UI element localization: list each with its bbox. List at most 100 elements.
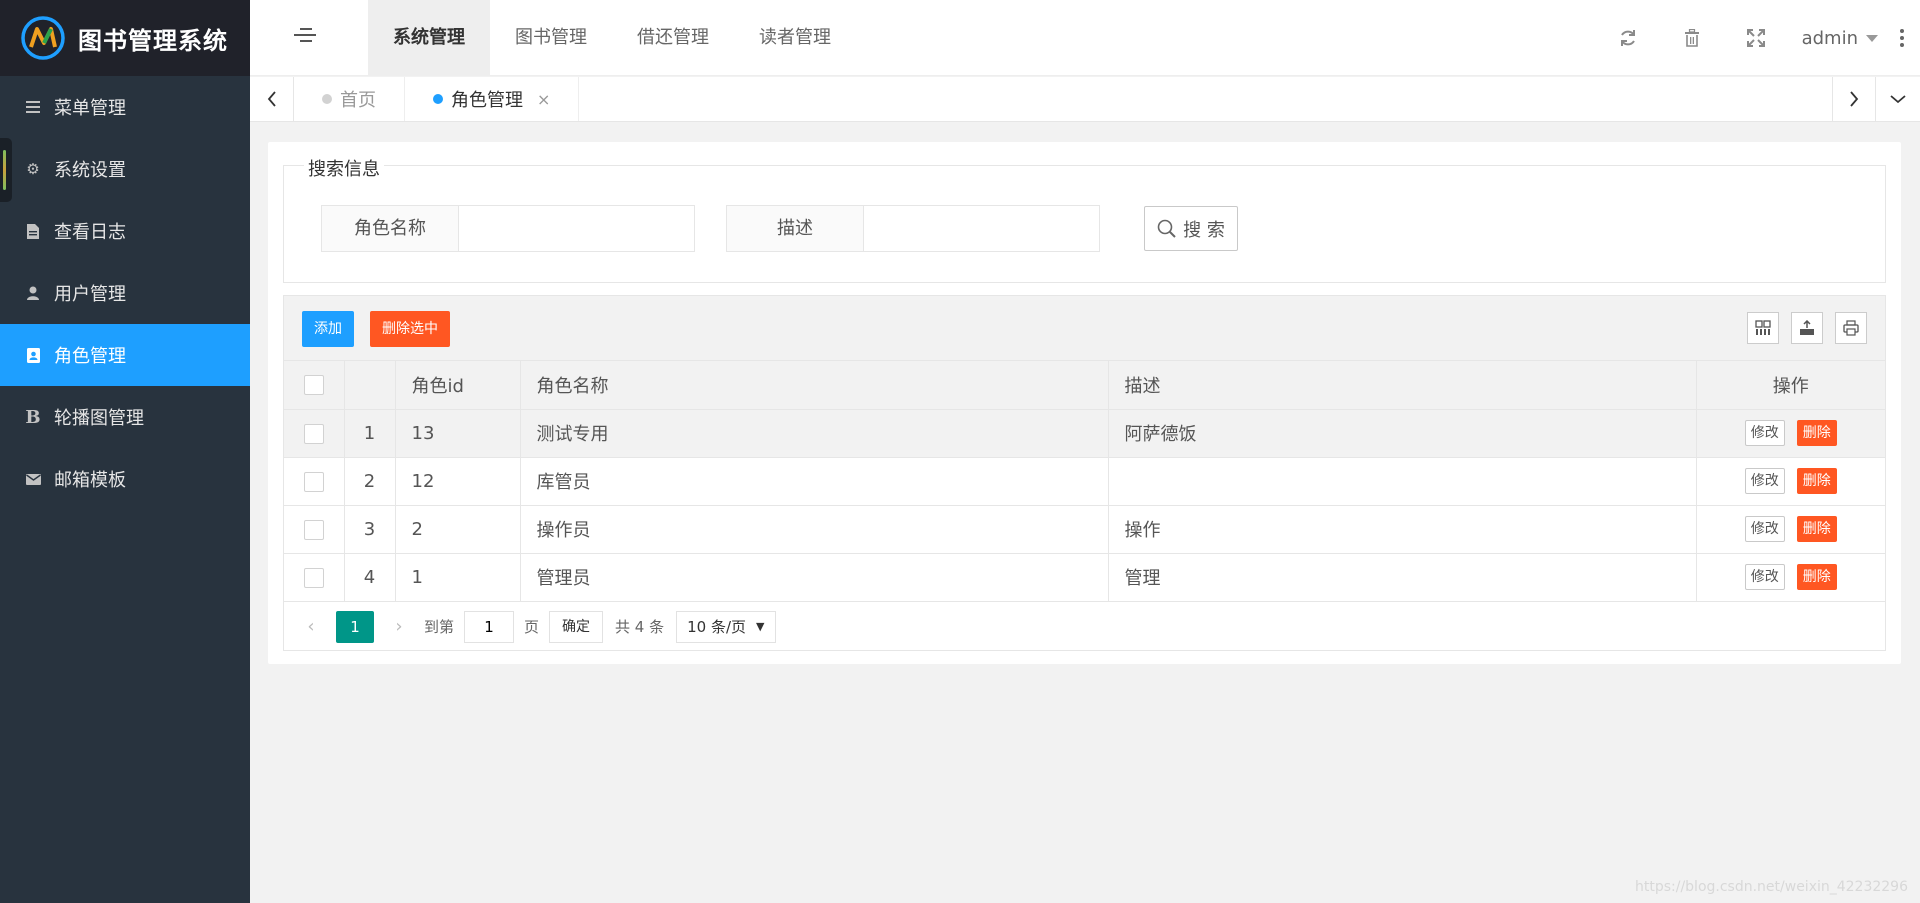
edit-button[interactable]: 修改 <box>1744 516 1785 542</box>
page-size-select[interactable]: 10 条/页 ▼ <box>676 610 776 643</box>
tabs-scroll-right-icon[interactable] <box>1832 77 1876 121</box>
add-button[interactable]: 添加 <box>302 311 354 347</box>
prev-page-icon[interactable]: ‹ <box>296 616 326 637</box>
select-all-checkbox[interactable] <box>303 375 324 396</box>
desc-label: 描述 <box>726 205 864 252</box>
sidebar-scroll-handle[interactable] <box>0 138 12 202</box>
table-row[interactable]: 2 12 库管员 修改 删除 <box>284 457 1885 506</box>
desc-input[interactable] <box>864 205 1100 252</box>
app-title: 图书管理系统 <box>78 26 228 55</box>
tab-dot-icon <box>433 94 443 104</box>
refresh-icon[interactable] <box>1596 0 1660 76</box>
table-row[interactable]: 3 2 操作员 操作 修改 删除 <box>284 505 1885 554</box>
row-checkbox[interactable] <box>303 567 324 588</box>
role-table-container: 添加 删除选中 角色id 角色名称 描述 操作 1 13 测试专用 阿萨德饭 修… <box>283 295 1886 651</box>
trash-icon[interactable] <box>1660 0 1724 76</box>
gear-icon: ⚙ <box>26 160 40 178</box>
logo-icon <box>21 16 65 60</box>
tabs-menu-chevron-down-icon[interactable] <box>1876 77 1920 121</box>
top-nav-books[interactable]: 图书管理 <box>490 0 612 76</box>
print-icon[interactable] <box>1835 312 1867 344</box>
top-nav-readers[interactable]: 读者管理 <box>734 0 856 76</box>
sidebar-item-label: 查看日志 <box>54 222 126 243</box>
sidebar-item-email-template[interactable]: 邮箱模板 <box>0 448 250 510</box>
cell-role-name: 库管员 <box>520 457 1109 506</box>
bold-b-icon: B <box>25 406 41 428</box>
search-fieldset: 搜索信息 角色名称 描述 搜 索 <box>283 155 1886 283</box>
more-icon[interactable] <box>1888 0 1916 76</box>
sidebar-item-label: 角色管理 <box>54 346 126 367</box>
row-number-header <box>344 361 396 410</box>
edit-button[interactable]: 修改 <box>1744 468 1785 494</box>
cell-actions: 修改 删除 <box>1696 457 1885 506</box>
tab-role-manage[interactable]: 角色管理 × <box>405 77 580 121</box>
close-icon[interactable]: × <box>537 90 550 109</box>
user-menu[interactable]: admin <box>1788 0 1888 76</box>
tab-home[interactable]: 首页 <box>294 77 405 121</box>
delete-button[interactable]: 删除 <box>1796 420 1837 446</box>
row-checkbox[interactable] <box>303 471 324 492</box>
goto-page-input[interactable] <box>464 610 515 643</box>
row-number: 3 <box>344 505 396 554</box>
main-panel: 搜索信息 角色名称 描述 搜 索 添加 删除选中 角色id 角色名称 描述 操作… <box>268 142 1901 664</box>
edit-button[interactable]: 修改 <box>1744 420 1785 446</box>
tab-label: 角色管理 <box>451 90 523 111</box>
cell-desc: 操作 <box>1108 505 1697 554</box>
sidebar-item-label: 轮播图管理 <box>54 408 144 429</box>
page-label: 页 <box>524 618 540 636</box>
menu-icon <box>24 98 42 116</box>
fullscreen-icon[interactable] <box>1724 0 1788 76</box>
page-1-button[interactable]: 1 <box>336 610 374 643</box>
top-nav-borrow-return[interactable]: 借还管理 <box>612 0 734 76</box>
sidebar-item-carousel-manage[interactable]: B 轮播图管理 <box>0 386 250 448</box>
role-name-label: 角色名称 <box>321 205 459 252</box>
sidebar-fold-icon[interactable] <box>294 28 316 48</box>
sidebar-item-system-settings[interactable]: ⚙ 系统设置 <box>0 138 250 200</box>
table-tool-icons <box>1735 312 1867 344</box>
role-name-input[interactable] <box>459 205 695 252</box>
cell-role-id: 1 <box>395 553 521 602</box>
search-button[interactable]: 搜 索 <box>1144 206 1238 251</box>
delete-button[interactable]: 删除 <box>1796 516 1837 542</box>
tab-label: 首页 <box>340 90 376 111</box>
sidebar-item-menu-manage[interactable]: 菜单管理 <box>0 76 250 138</box>
top-nav-system[interactable]: 系统管理 <box>368 0 490 76</box>
column-header-desc[interactable]: 描述 <box>1108 361 1697 410</box>
search-button-label: 搜 索 <box>1183 219 1225 241</box>
column-header-role-name[interactable]: 角色名称 <box>520 361 1109 410</box>
sidebar-menu: 菜单管理 ⚙ 系统设置 查看日志 用户管理 角色管理 B 轮播图管理 邮箱模板 <box>0 76 250 510</box>
delete-selected-button[interactable]: 删除选中 <box>370 311 450 347</box>
delete-button[interactable]: 删除 <box>1796 564 1837 590</box>
tab-dot-icon <box>322 94 332 104</box>
row-checkbox[interactable] <box>303 519 324 540</box>
sidebar-item-view-logs[interactable]: 查看日志 <box>0 200 250 262</box>
tabs-scroll-left-icon[interactable] <box>250 77 294 121</box>
search-legend: 搜索信息 <box>304 155 384 181</box>
edit-button[interactable]: 修改 <box>1744 564 1785 590</box>
next-page-icon[interactable]: › <box>384 616 414 637</box>
cell-role-name: 管理员 <box>520 553 1109 602</box>
export-icon[interactable] <box>1791 312 1823 344</box>
delete-button[interactable]: 删除 <box>1796 468 1837 494</box>
row-number: 2 <box>344 457 396 506</box>
id-card-icon <box>24 346 42 364</box>
row-checkbox[interactable] <box>303 423 324 444</box>
file-icon <box>24 222 42 240</box>
row-number: 1 <box>344 409 396 458</box>
logo-area: 图书管理系统 <box>0 0 250 76</box>
cell-role-id: 2 <box>395 505 521 554</box>
sidebar-item-role-manage[interactable]: 角色管理 <box>0 324 250 386</box>
header-right: admin <box>1596 0 1920 76</box>
column-header-role-id[interactable]: 角色id <box>395 361 521 410</box>
cell-role-id: 13 <box>395 409 521 458</box>
goto-label: 到第 <box>424 618 455 636</box>
sidebar-item-user-manage[interactable]: 用户管理 <box>0 262 250 324</box>
table-row[interactable]: 4 1 管理员 管理 修改 删除 <box>284 553 1885 602</box>
cell-desc <box>1108 457 1697 506</box>
cell-desc: 管理 <box>1108 553 1697 602</box>
chevron-down-icon <box>1866 34 1878 42</box>
columns-filter-icon[interactable] <box>1747 312 1779 344</box>
row-number: 4 <box>344 553 396 602</box>
goto-confirm-button[interactable]: 确定 <box>549 610 604 643</box>
table-row[interactable]: 1 13 测试专用 阿萨德饭 修改 删除 <box>284 409 1885 458</box>
